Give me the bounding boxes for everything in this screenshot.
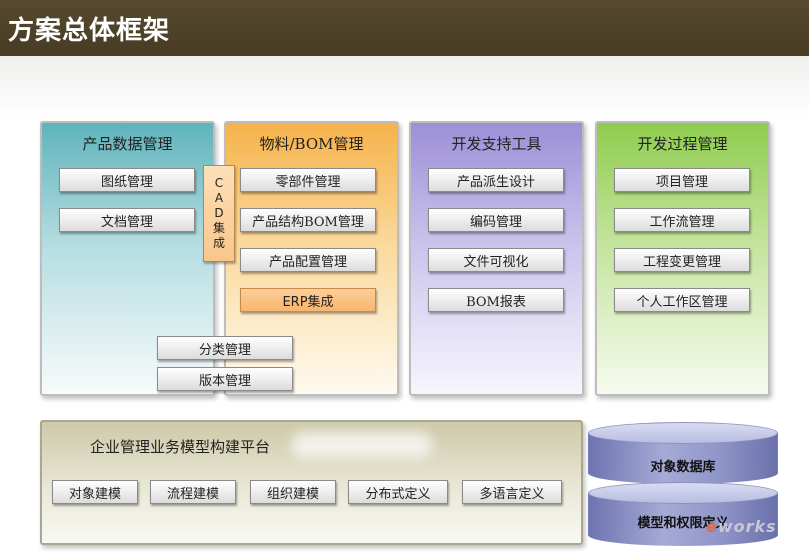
classification-management-button[interactable]: 分类管理 <box>157 336 293 360</box>
cad-char: D <box>214 206 224 220</box>
platform-title: 企业管理业务模型构建平台 <box>90 438 271 456</box>
workflow-management-button[interactable]: 工作流管理 <box>614 208 750 232</box>
cad-integration-button[interactable]: C A D 集 成 <box>203 165 235 262</box>
code-management-button[interactable]: 编码管理 <box>428 208 564 232</box>
version-management-button[interactable]: 版本管理 <box>157 367 293 391</box>
erp-integration-button[interactable]: ERP集成 <box>240 288 376 312</box>
cylinder-top <box>588 482 778 504</box>
product-structure-bom-button[interactable]: 产品结构BOM管理 <box>240 208 376 232</box>
watermark-prefix: e <box>706 517 718 536</box>
background-band <box>0 56 809 116</box>
distributed-definition-button[interactable]: 分布式定义 <box>348 480 448 504</box>
object-database-label: 对象数据库 <box>650 460 716 475</box>
watermark: eworks <box>706 517 777 536</box>
panel-title: 物料/BOM管理 <box>259 135 364 153</box>
cad-char: 集 <box>212 221 225 235</box>
project-management-button[interactable]: 项目管理 <box>614 168 750 192</box>
object-database-cylinder: 对象数据库 <box>588 422 778 484</box>
panel-title: 开发过程管理 <box>637 135 728 153</box>
object-modeling-button[interactable]: 对象建模 <box>52 480 138 504</box>
parts-management-button[interactable]: 零部件管理 <box>240 168 376 192</box>
header-bar: 方案总体框架 <box>0 0 809 56</box>
bom-report-button[interactable]: BOM报表 <box>428 288 564 312</box>
cad-char: 成 <box>212 236 225 250</box>
model-permission-cylinder: 模型和权限定义 <box>588 482 778 546</box>
blurred-area <box>292 432 432 458</box>
multilanguage-definition-button[interactable]: 多语言定义 <box>462 480 562 504</box>
page-title: 方案总体框架 <box>8 16 171 46</box>
panel-title: 开发支持工具 <box>451 135 542 153</box>
personal-workspace-button[interactable]: 个人工作区管理 <box>614 288 750 312</box>
cad-char: A <box>214 191 224 205</box>
file-visualization-button[interactable]: 文件可视化 <box>428 248 564 272</box>
derived-design-button[interactable]: 产品派生设计 <box>428 168 564 192</box>
cad-char: C <box>214 176 224 190</box>
organization-modeling-button[interactable]: 组织建模 <box>250 480 336 504</box>
watermark-text: works <box>717 517 777 536</box>
document-management-button[interactable]: 文档管理 <box>59 208 195 232</box>
engineering-change-button[interactable]: 工程变更管理 <box>614 248 750 272</box>
cylinder-top <box>588 422 778 444</box>
drawing-management-button[interactable]: 图纸管理 <box>59 168 195 192</box>
process-modeling-button[interactable]: 流程建模 <box>150 480 236 504</box>
product-config-button[interactable]: 产品配置管理 <box>240 248 376 272</box>
panel-title: 产品数据管理 <box>82 135 173 153</box>
